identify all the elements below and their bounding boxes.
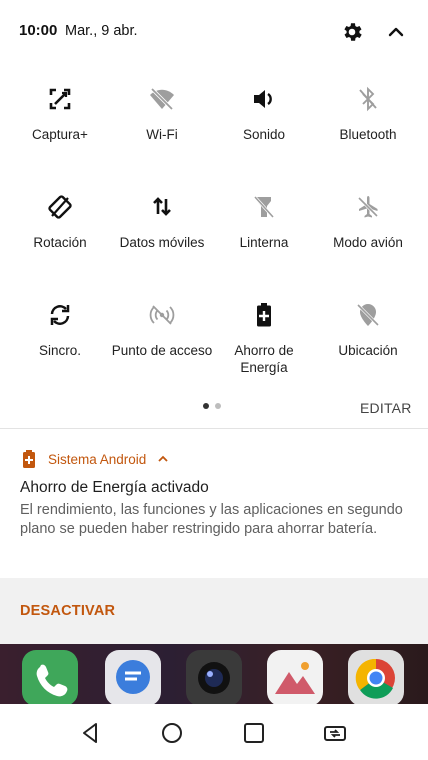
tile-ubicacion[interactable]: Ubicación bbox=[316, 302, 420, 359]
tile-label: Modo avión bbox=[333, 235, 403, 250]
expand-chevron-up-icon[interactable] bbox=[157, 453, 169, 465]
tile-sonido[interactable]: Sonido bbox=[212, 86, 316, 143]
tile-label: Sincro. bbox=[38, 343, 82, 358]
tile-label: Rotación bbox=[33, 235, 87, 250]
chrome-app-icon[interactable] bbox=[348, 650, 404, 704]
wifi-off-icon bbox=[150, 87, 174, 111]
edit-button[interactable]: EDITAR bbox=[360, 400, 412, 416]
quick-settings-panel: 10:00 Mar., 9 abr. Captura+ Wi-Fi Sonido… bbox=[0, 0, 428, 428]
battery-saver-icon bbox=[257, 303, 271, 327]
tile-label: Punto de acceso bbox=[111, 343, 213, 358]
tile-ahorro-de-energia[interactable]: Ahorro de Energía bbox=[212, 302, 316, 376]
tile-label: Sonido bbox=[242, 127, 286, 142]
tile-sincro[interactable]: Sincro. bbox=[8, 302, 112, 359]
settings-gear-icon[interactable] bbox=[340, 20, 364, 44]
camera-app-icon[interactable] bbox=[186, 650, 242, 704]
location-off-icon bbox=[356, 303, 380, 327]
tile-label: Ubicación bbox=[338, 343, 398, 358]
tile-label: Datos móviles bbox=[119, 235, 205, 250]
tile-label: Linterna bbox=[239, 235, 289, 250]
date: Mar., 9 abr. bbox=[65, 23, 138, 39]
tile-label: Wi-Fi bbox=[146, 127, 178, 142]
collapse-chevron-up-icon[interactable] bbox=[385, 20, 407, 44]
gallery-app-icon[interactable] bbox=[267, 650, 323, 704]
bluetooth-off-icon bbox=[359, 86, 377, 112]
tile-label: Captura+ bbox=[32, 127, 88, 142]
tile-modo-avion[interactable]: Modo avión bbox=[316, 194, 420, 251]
page-dot-active[interactable] bbox=[203, 403, 209, 409]
battery-saver-icon bbox=[23, 450, 35, 468]
tile-label: Ahorro de Energía bbox=[234, 343, 294, 375]
notification-body: El rendimiento, las funciones y las apli… bbox=[20, 502, 403, 537]
clock: 10:00 bbox=[19, 22, 58, 39]
tile-punto-de-acceso[interactable]: Punto de acceso bbox=[110, 302, 214, 359]
dual-window-icon[interactable] bbox=[322, 720, 348, 746]
capture-plus-icon bbox=[49, 88, 71, 110]
volume-icon bbox=[254, 90, 272, 108]
page-dot-inactive[interactable] bbox=[215, 403, 221, 409]
tile-linterna[interactable]: Linterna bbox=[212, 194, 316, 251]
notification-card[interactable]: Sistema Android Ahorro de Energía activa… bbox=[0, 428, 428, 579]
tile-datos-moviles[interactable]: Datos móviles bbox=[110, 194, 214, 251]
navigation-bar bbox=[0, 704, 428, 760]
messages-app-icon[interactable] bbox=[105, 650, 161, 704]
tile-wifi[interactable]: Wi-Fi bbox=[110, 86, 214, 143]
hotspot-off-icon bbox=[149, 305, 175, 325]
notification-actions: DESACTIVAR bbox=[0, 578, 428, 644]
airplane-off-icon bbox=[357, 196, 379, 218]
tile-bluetooth[interactable]: Bluetooth bbox=[316, 86, 420, 143]
notification-app-name: Sistema Android bbox=[48, 452, 147, 467]
home-icon[interactable] bbox=[159, 720, 185, 746]
sync-icon bbox=[50, 305, 70, 325]
tile-captura-plus[interactable]: Captura+ bbox=[8, 86, 112, 143]
flashlight-off-icon bbox=[253, 195, 275, 219]
tile-rotacion[interactable]: Rotación bbox=[8, 194, 112, 251]
rotation-icon bbox=[48, 195, 72, 219]
recents-icon[interactable] bbox=[241, 720, 267, 746]
notification-title: Ahorro de Energía activado bbox=[20, 479, 209, 496]
back-icon[interactable] bbox=[78, 720, 104, 746]
home-dock bbox=[0, 644, 428, 704]
tile-label: Bluetooth bbox=[339, 127, 397, 142]
phone-app-icon[interactable] bbox=[22, 650, 78, 704]
deactivate-button[interactable]: DESACTIVAR bbox=[20, 603, 115, 619]
status-bar: 10:00 Mar., 9 abr. bbox=[0, 0, 428, 64]
mobile-data-icon bbox=[153, 197, 171, 216]
